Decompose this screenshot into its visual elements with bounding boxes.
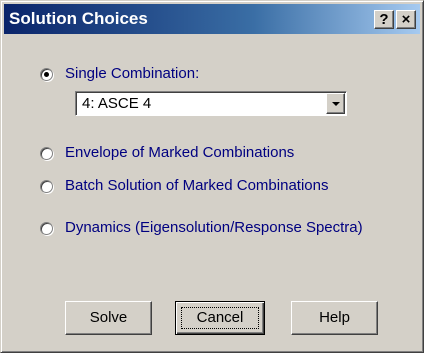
cancel-button-label: Cancel bbox=[196, 309, 244, 326]
cancel-button[interactable]: Cancel bbox=[175, 301, 265, 335]
dynamics-radio[interactable] bbox=[40, 221, 53, 235]
dialog-title: Solution Choices bbox=[9, 9, 148, 28]
title-bar[interactable]: Solution Choices ? × bbox=[4, 4, 420, 34]
chevron-down-icon bbox=[332, 102, 340, 106]
batch-solution-label: Batch Solution of Marked Combinations bbox=[65, 177, 329, 194]
dynamics-label: Dynamics (Eigensolution/Response Spectra… bbox=[65, 219, 363, 236]
close-button[interactable]: × bbox=[396, 10, 416, 29]
combination-dropdown-button[interactable] bbox=[326, 93, 345, 114]
batch-solution-radio[interactable] bbox=[40, 179, 53, 193]
close-icon: × bbox=[401, 11, 411, 28]
dynamics-option[interactable]: Dynamics (Eigensolution/Response Spectra… bbox=[40, 217, 363, 239]
envelope-option[interactable]: Envelope of Marked Combinations bbox=[40, 142, 294, 164]
envelope-radio[interactable] bbox=[40, 146, 53, 160]
combination-select[interactable]: 4: ASCE 4 bbox=[75, 91, 347, 116]
single-combination-radio[interactable] bbox=[40, 67, 53, 81]
solution-choices-dialog: Solution Choices ? × Single Combination:… bbox=[0, 0, 424, 353]
envelope-label: Envelope of Marked Combinations bbox=[65, 144, 295, 161]
combination-select-value: 4: ASCE 4 bbox=[82, 95, 152, 112]
solve-button[interactable]: Solve bbox=[65, 301, 152, 335]
batch-solution-option[interactable]: Batch Solution of Marked Combinations bbox=[40, 175, 328, 197]
help-button[interactable]: Help bbox=[291, 301, 378, 335]
single-combination-label: Single Combination: bbox=[65, 65, 200, 82]
help-title-button[interactable]: ? bbox=[374, 10, 394, 29]
single-combination-option[interactable]: Single Combination: bbox=[40, 63, 199, 85]
